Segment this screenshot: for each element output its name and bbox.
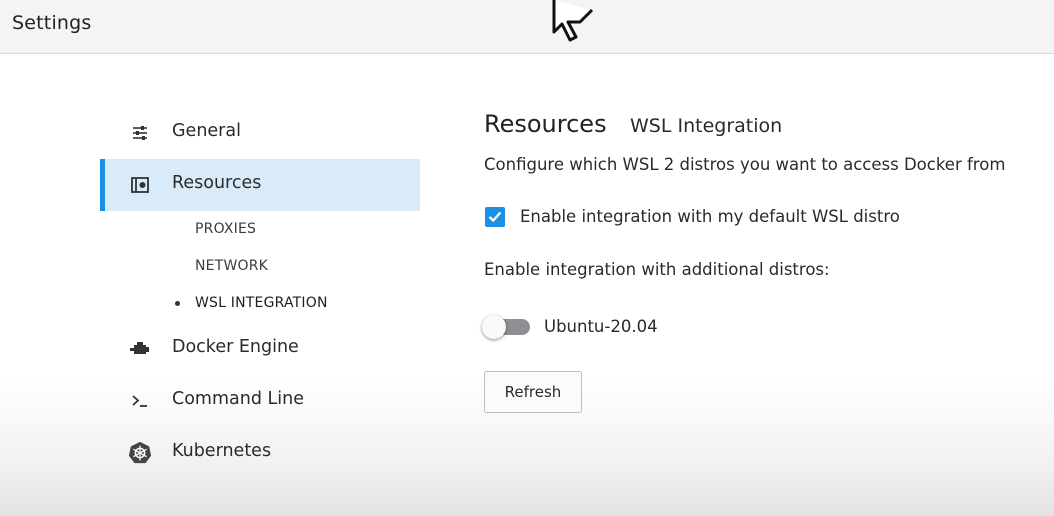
title-bar: Settings: [0, 0, 1054, 54]
sidebar-item-resources[interactable]: Resources: [100, 159, 420, 211]
sidebar-item-docker-engine[interactable]: Docker Engine: [100, 323, 420, 375]
resources-icon: [128, 173, 152, 197]
ubuntu-distro-toggle[interactable]: [482, 315, 530, 339]
sidebar-item-label: General: [172, 121, 241, 141]
default-integration-label: Enable integration with my default WSL d…: [520, 207, 900, 226]
sidebar-item-label: Kubernetes: [172, 441, 272, 461]
page-description: Configure which WSL 2 distros you want t…: [484, 155, 1006, 174]
checkmark-icon: [488, 211, 502, 223]
sidebar-item-label: Command Line: [172, 389, 304, 409]
kubernetes-icon: [128, 441, 152, 465]
additional-distros-label: Enable integration with additional distr…: [484, 260, 830, 279]
toggle-knob: [482, 315, 506, 339]
window-title: Settings: [12, 12, 92, 34]
distro-name: Ubuntu-20.04: [544, 317, 658, 336]
sidebar-item-general[interactable]: General: [100, 107, 420, 159]
breadcrumb-section: Resources: [484, 110, 607, 138]
sidebar-item-command-line[interactable]: Command Line: [100, 375, 420, 427]
sidebar-subitem-network[interactable]: NETWORK: [195, 258, 268, 274]
sidebar-subitem-proxies[interactable]: PROXIES: [195, 221, 256, 237]
sidebar-item-label: Resources: [172, 173, 262, 193]
sliders-icon: [128, 121, 152, 145]
sidebar-item-kubernetes[interactable]: Kubernetes: [100, 427, 420, 479]
sidebar-item-label: Docker Engine: [172, 337, 299, 357]
engine-icon: [128, 337, 152, 361]
current-page-bullet: [175, 301, 180, 306]
refresh-button[interactable]: Refresh: [484, 371, 582, 413]
sidebar-subitem-wsl-integration[interactable]: WSL INTEGRATION: [195, 295, 328, 311]
default-integration-checkbox[interactable]: [485, 207, 505, 227]
mouse-cursor-icon: [552, 0, 594, 42]
page-title: WSL Integration: [630, 115, 783, 137]
terminal-icon: [128, 389, 152, 413]
